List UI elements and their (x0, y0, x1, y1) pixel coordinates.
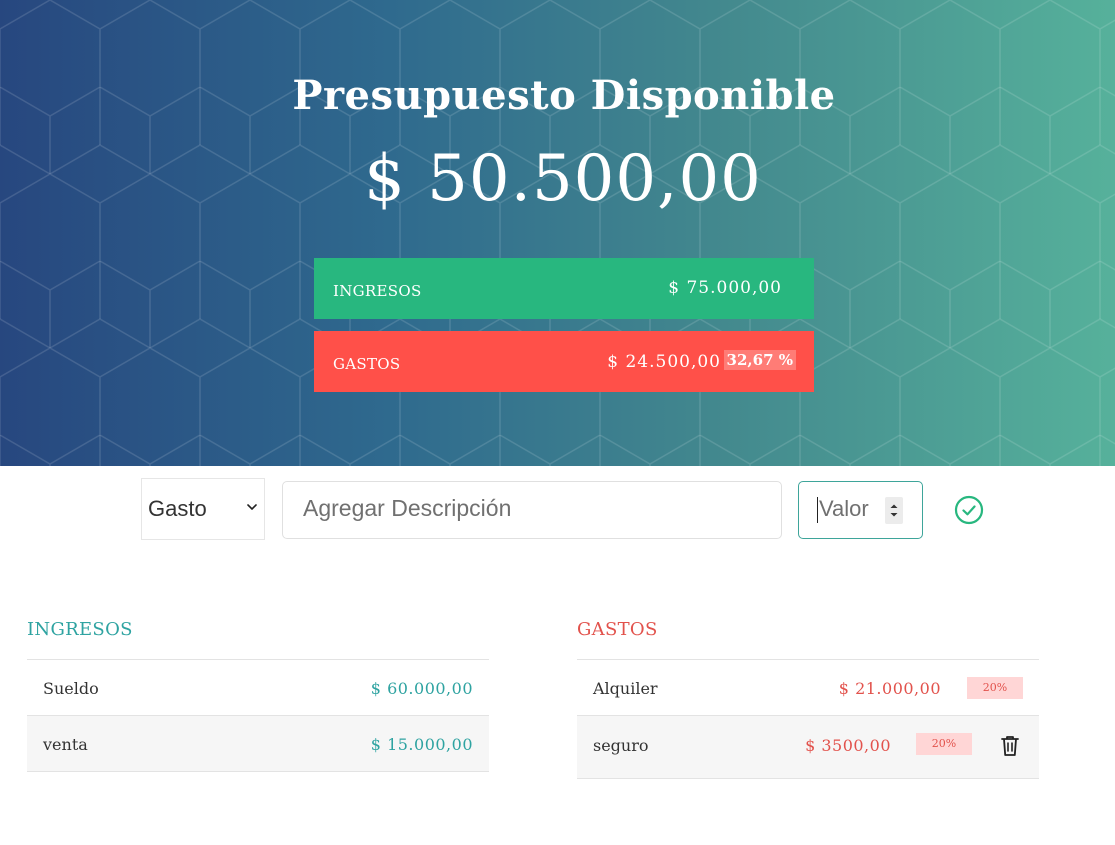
expense-percentage-badge: 20% (916, 733, 972, 755)
expense-row: Alquiler $ 21.000,00 20% (577, 660, 1039, 716)
income-summary: INGRESOS $ 75.000,00 (314, 258, 814, 319)
expense-row-value: $ 21.000,00 (838, 679, 941, 698)
value-input[interactable]: Valor (798, 481, 923, 539)
type-select[interactable]: Gasto (141, 478, 265, 540)
trash-icon[interactable] (999, 734, 1021, 758)
expense-row-description: seguro (593, 736, 649, 755)
budget-header: Presupuesto Disponible $ 50.500,00 INGRE… (0, 0, 1115, 466)
check-circle-icon[interactable] (953, 494, 985, 526)
income-row-description: venta (43, 735, 88, 754)
income-summary-label: INGRESOS (333, 282, 422, 300)
text-caret (817, 497, 818, 523)
income-row: Sueldo $ 60.000,00 (27, 660, 489, 716)
expense-row-value: $ 3500,00 (805, 736, 891, 755)
expense-list-title: GASTOS (577, 619, 658, 640)
available-budget-amount: $ 50.500,00 (364, 142, 762, 216)
expense-summary-value: $ 24.500,00 (607, 352, 721, 372)
expense-summary-label: GASTOS (333, 355, 401, 373)
income-row-value: $ 60.000,00 (370, 679, 473, 698)
income-row: venta $ 15.000,00 (27, 716, 489, 772)
expense-summary: GASTOS $ 24.500,00 32,67 % (314, 331, 814, 392)
expense-row-description: Alquiler (593, 679, 658, 698)
income-list-title: INGRESOS (27, 619, 133, 640)
number-spinner[interactable] (885, 497, 903, 524)
spinner-arrows-icon (890, 504, 898, 517)
income-summary-value: $ 75.000,00 (668, 278, 782, 298)
value-placeholder: Valor (819, 496, 869, 521)
chevron-down-icon (247, 504, 257, 510)
income-row-description: Sueldo (43, 679, 99, 698)
expense-list: Alquiler $ 21.000,00 20% seguro $ 3500,0… (577, 659, 1039, 779)
type-select-value: Gasto (148, 496, 207, 521)
hexagon-pattern-background (0, 0, 1115, 466)
expense-percentage-badge: 32,67 % (723, 350, 796, 370)
income-row-value: $ 15.000,00 (370, 735, 473, 754)
expense-percentage-badge: 20% (967, 677, 1023, 699)
expense-row: seguro $ 3500,00 20% (577, 716, 1039, 779)
description-placeholder: Agregar Descripción (303, 495, 512, 521)
income-list: Sueldo $ 60.000,00 venta $ 15.000,00 (27, 659, 489, 772)
description-input[interactable]: Agregar Descripción (282, 481, 782, 539)
page-title: Presupuesto Disponible (292, 72, 836, 119)
